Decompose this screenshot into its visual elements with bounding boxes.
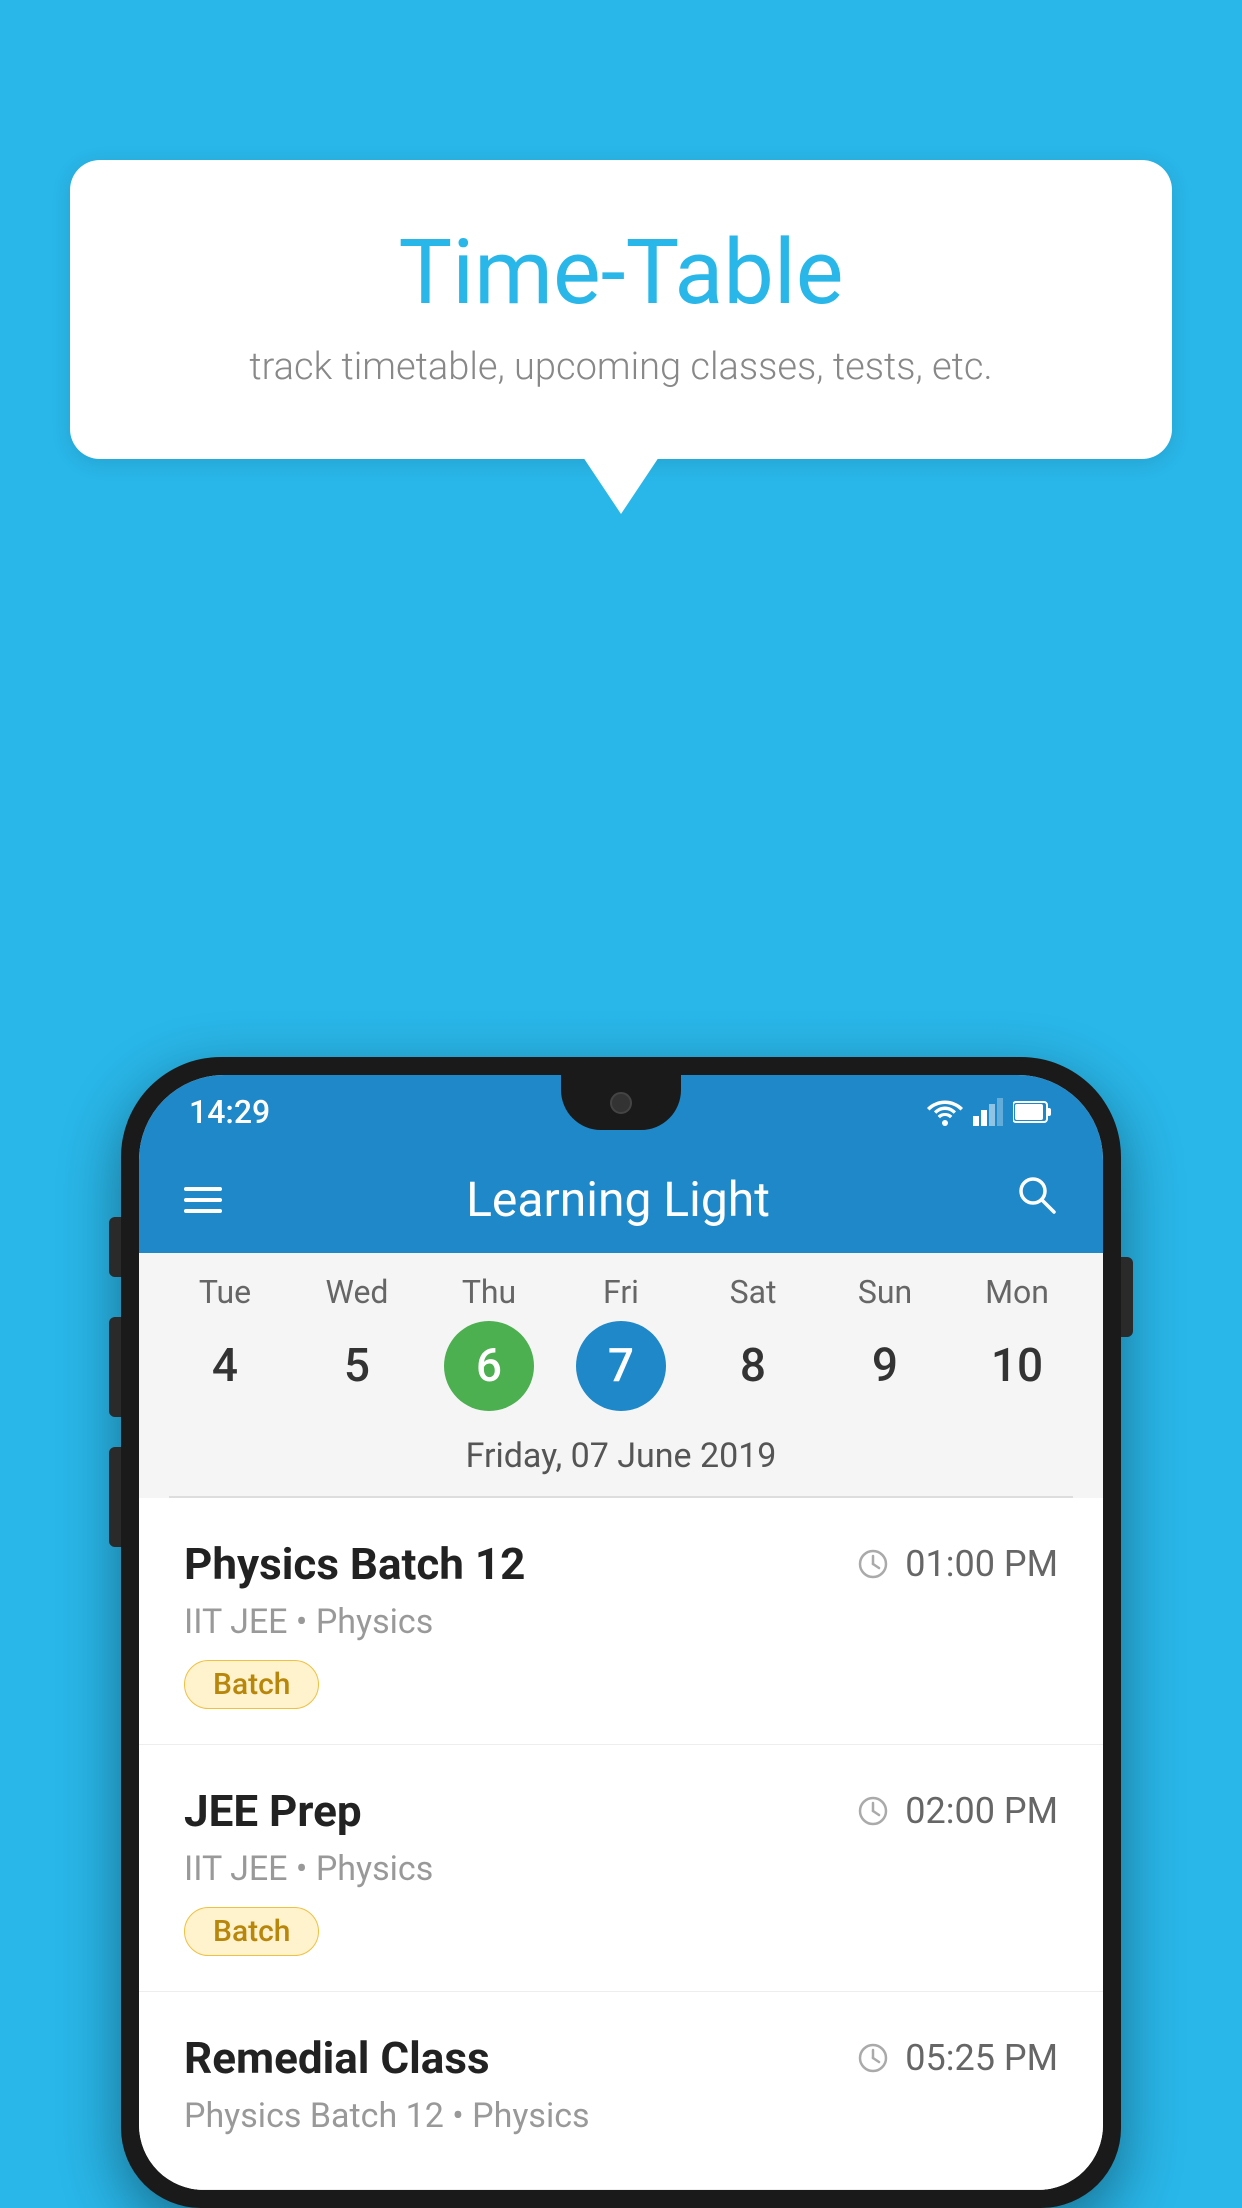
status-time: 14:29 [189,1093,270,1131]
day-col[interactable]: Wed 5 [292,1273,422,1411]
schedule-title: Remedial Class [184,2032,490,2084]
day-name: Tue [199,1273,251,1311]
day-number[interactable]: 9 [840,1321,930,1411]
volume-down-button [109,1447,121,1547]
schedule-time: 02:00 PM [857,1790,1058,1832]
camera [610,1092,632,1114]
schedule-title: JEE Prep [184,1785,362,1837]
day-number[interactable]: 10 [972,1321,1062,1411]
day-name: Fri [603,1273,639,1311]
app-header: Learning Light [139,1146,1103,1253]
schedule-item[interactable]: Remedial Class 05:25 PM Physics Batch 12 •… [139,1992,1103,2190]
schedule-subtitle: IIT JEE • Physics [184,1849,1058,1889]
phone-screen: 14:29 [139,1075,1103,2190]
day-col[interactable]: Fri 7 [556,1273,686,1411]
phone-mockup: 14:29 [121,1057,1121,2208]
speech-bubble-container: Time-Table track timetable, upcoming cla… [70,160,1172,459]
battery-icon [1013,1100,1053,1124]
batch-badge: Batch [184,1907,319,1956]
schedule-item[interactable]: JEE Prep 02:00 PM IIT JEE • Physics Batch [139,1745,1103,1992]
day-name: Mon [985,1273,1049,1311]
search-icon[interactable] [1014,1172,1058,1227]
selected-date-label: Friday, 07 June 2019 [139,1421,1103,1496]
signal-icon [973,1098,1003,1126]
calendar-section: Tue 4 Wed 5 Thu 6 Fri 7 Sat 8 Sun 9 Mon 10 Friday, 07… [139,1253,1103,1498]
menu-button[interactable] [184,1187,222,1213]
day-col[interactable]: Sat 8 [688,1273,818,1411]
day-number[interactable]: 5 [312,1321,402,1411]
day-name: Sat [730,1273,777,1311]
clock-icon [857,1795,889,1827]
clock-icon [857,2042,889,2074]
side-button-1 [109,1217,121,1277]
day-col[interactable]: Mon 10 [952,1273,1082,1411]
phone-outer: 14:29 [121,1057,1121,2208]
day-name: Sun [858,1273,912,1311]
wifi-icon [927,1098,963,1126]
schedule-title: Physics Batch 12 [184,1538,525,1590]
day-number[interactable]: 7 [576,1321,666,1411]
day-number[interactable]: 6 [444,1321,534,1411]
schedule-time: 01:00 PM [857,1543,1058,1585]
day-number[interactable]: 8 [708,1321,798,1411]
bubble-subtitle: track timetable, upcoming classes, tests… [150,345,1092,389]
schedule-subtitle: Physics Batch 12 • Physics [184,2096,1058,2136]
power-button [1121,1257,1133,1337]
schedule-subtitle: IIT JEE • Physics [184,1602,1058,1642]
speech-bubble: Time-Table track timetable, upcoming cla… [70,160,1172,459]
day-name: Wed [326,1273,389,1311]
schedule-time: 05:25 PM [857,2037,1058,2079]
clock-icon [857,1548,889,1580]
notch [561,1075,681,1130]
day-name: Thu [462,1273,516,1311]
bubble-title: Time-Table [150,220,1092,325]
app-title: Learning Light [466,1171,770,1228]
day-col[interactable]: Tue 4 [160,1273,290,1411]
day-number[interactable]: 4 [180,1321,270,1411]
batch-badge: Batch [184,1660,319,1709]
schedule-item[interactable]: Physics Batch 12 01:00 PM IIT JEE • Physic… [139,1498,1103,1745]
schedule-list: Physics Batch 12 01:00 PM IIT JEE • Physic… [139,1498,1103,2190]
volume-up-button [109,1317,121,1417]
days-row: Tue 4 Wed 5 Thu 6 Fri 7 Sat 8 Sun 9 Mon 10 [139,1273,1103,1421]
day-col[interactable]: Thu 6 [424,1273,554,1411]
status-icons [927,1098,1053,1126]
day-col[interactable]: Sun 9 [820,1273,950,1411]
